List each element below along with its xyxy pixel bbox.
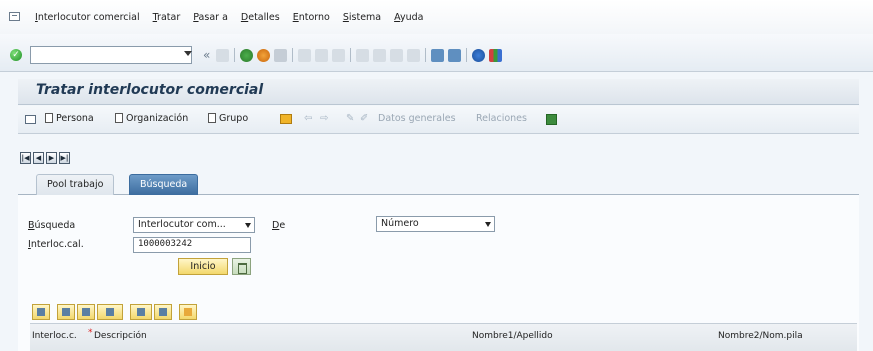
application-toolbar: Persona Organización Grupo ⇦ ⇨ ✎ ✐ Datos… bbox=[18, 106, 859, 134]
toolbar-separator bbox=[234, 48, 236, 62]
display-change-icon[interactable]: ✐ bbox=[360, 113, 368, 124]
layout-icon[interactable] bbox=[154, 304, 172, 320]
busqueda-select[interactable]: Interlocutor com... bbox=[133, 217, 255, 233]
worklist-toggle-icon[interactable] bbox=[25, 115, 36, 124]
column-header-interloc[interactable]: Interloc.c. bbox=[32, 331, 77, 341]
organizacion-button[interactable]: Organización bbox=[115, 113, 188, 124]
column-header-descripcion[interactable]: Descripción bbox=[94, 331, 147, 341]
toolbar-separator bbox=[466, 48, 468, 62]
toolbar-separator bbox=[350, 48, 352, 62]
find-next-icon[interactable] bbox=[332, 48, 346, 62]
enter-icon[interactable]: ✓ bbox=[10, 49, 22, 61]
busqueda-value: Interlocutor com... bbox=[138, 219, 226, 230]
sort-descending-icon[interactable] bbox=[77, 304, 95, 320]
save-icon[interactable] bbox=[216, 48, 230, 62]
find-icon[interactable] bbox=[315, 48, 329, 62]
sort-ascending-icon[interactable] bbox=[57, 304, 75, 320]
organizacion-label: Organización bbox=[126, 113, 189, 124]
menu-sistema[interactable]: Sistema bbox=[343, 12, 381, 23]
result-toolbar bbox=[32, 303, 199, 321]
datos-generales-button[interactable]: Datos generales bbox=[378, 113, 456, 124]
record-navigation: |◀ ◀ ▶ ▶| bbox=[20, 152, 72, 165]
column-header-label: Interloc.c. bbox=[32, 331, 77, 341]
last-record-button[interactable]: ▶| bbox=[59, 152, 70, 164]
column-header-nombre1[interactable]: Nombre1/Apellido bbox=[472, 331, 553, 341]
next-record-button[interactable]: ▶ bbox=[46, 152, 57, 164]
interloc-input[interactable]: 1000003242 bbox=[133, 237, 251, 253]
menu-detalles[interactable]: Detalles bbox=[241, 12, 280, 23]
window-menu-icon[interactable] bbox=[9, 12, 20, 21]
command-field[interactable] bbox=[30, 46, 192, 64]
details-icon[interactable] bbox=[32, 304, 50, 320]
first-record-button[interactable]: |◀ bbox=[20, 152, 31, 164]
search-panel: Búsqueda Interlocutor com... De Número I… bbox=[18, 195, 859, 351]
exit-icon[interactable] bbox=[257, 48, 271, 62]
standard-toolbar: ✓ « bbox=[0, 34, 873, 72]
first-page-icon[interactable] bbox=[356, 48, 370, 62]
next-page-icon[interactable] bbox=[390, 48, 404, 62]
back-chevron-icon[interactable]: « bbox=[203, 48, 210, 62]
grupo-label: Grupo bbox=[219, 113, 249, 124]
menu-interlocutor-comercial[interactable]: Interlocutor comercial bbox=[35, 12, 140, 23]
open-folder-icon[interactable] bbox=[280, 114, 292, 124]
required-marker: * bbox=[88, 328, 93, 338]
column-header-nombre2[interactable]: Nombre2/Nom.pila bbox=[718, 331, 803, 341]
previous-arrow-icon[interactable]: ⇦ bbox=[304, 113, 312, 124]
persona-label: Persona bbox=[56, 113, 94, 124]
chevron-down-icon[interactable] bbox=[485, 222, 491, 227]
title-bar: Tratar interlocutor comercial bbox=[18, 79, 859, 105]
filter-icon[interactable] bbox=[97, 304, 123, 320]
layout-menu-icon[interactable] bbox=[489, 48, 503, 62]
busqueda-label: Búsqueda bbox=[28, 220, 76, 231]
document-icon bbox=[45, 113, 53, 123]
print-icon[interactable] bbox=[298, 48, 312, 62]
document-icon bbox=[208, 113, 216, 123]
back-icon[interactable] bbox=[240, 48, 254, 62]
excel-icon[interactable] bbox=[546, 114, 557, 125]
folder-icon[interactable] bbox=[179, 304, 197, 320]
grupo-button[interactable]: Grupo bbox=[208, 113, 248, 124]
next-arrow-icon[interactable]: ⇨ bbox=[320, 113, 328, 124]
chevron-down-icon[interactable] bbox=[245, 223, 251, 228]
relaciones-button[interactable]: Relaciones bbox=[476, 113, 527, 124]
tab-busqueda[interactable]: Búsqueda bbox=[129, 174, 199, 195]
inicio-button[interactable]: Inicio bbox=[178, 258, 228, 275]
last-page-icon[interactable] bbox=[407, 48, 421, 62]
command-history-dropdown-icon[interactable] bbox=[184, 51, 192, 56]
menu-bar: Interlocutor comercial Tratar Pasar a De… bbox=[0, 0, 873, 34]
menu-entorno[interactable]: Entorno bbox=[293, 12, 330, 23]
shortcut-icon[interactable] bbox=[448, 48, 462, 62]
standard-toolbar-icons: « bbox=[203, 47, 506, 63]
previous-page-icon[interactable] bbox=[373, 48, 387, 62]
menu-pasar-a[interactable]: Pasar a bbox=[193, 12, 228, 23]
export-icon[interactable] bbox=[130, 304, 152, 320]
new-session-icon[interactable] bbox=[431, 48, 445, 62]
page-title: Tratar interlocutor comercial bbox=[36, 82, 264, 98]
previous-record-button[interactable]: ◀ bbox=[33, 152, 44, 164]
tabstrip: Pool trabajo Búsqueda bbox=[18, 173, 859, 195]
cancel-icon[interactable] bbox=[274, 48, 288, 62]
interloc-label: Interloc.cal. bbox=[28, 239, 84, 250]
edit-icon[interactable]: ✎ bbox=[346, 113, 354, 124]
help-icon[interactable] bbox=[472, 48, 486, 62]
result-table-header: Interloc.c. * Descripción Nombre1/Apelli… bbox=[30, 323, 857, 351]
de-select[interactable]: Número bbox=[376, 216, 495, 232]
toolbar-separator bbox=[292, 48, 294, 62]
toolbar-separator bbox=[425, 48, 427, 62]
menu-tratar[interactable]: Tratar bbox=[153, 12, 181, 23]
de-value: Número bbox=[381, 218, 419, 229]
persona-button[interactable]: Persona bbox=[45, 113, 94, 124]
tab-pool-trabajo[interactable]: Pool trabajo bbox=[36, 174, 115, 195]
document-icon bbox=[115, 113, 123, 123]
menu-ayuda[interactable]: Ayuda bbox=[394, 12, 423, 23]
delete-search-button[interactable] bbox=[232, 258, 251, 275]
de-label: De bbox=[272, 220, 286, 231]
